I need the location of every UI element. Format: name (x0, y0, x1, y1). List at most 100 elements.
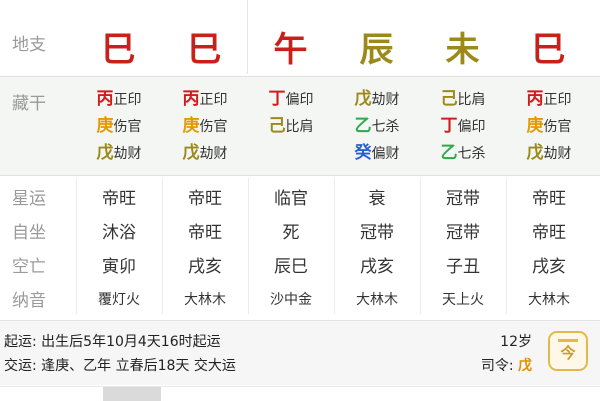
kongwang-cell: 辰巳 (274, 257, 308, 277)
canggan-label: 藏干 (12, 94, 46, 114)
xingyun-cell: 衰 (368, 189, 386, 209)
canggan-gan: 丙 (182, 89, 200, 109)
canggan-column: 戊劫财 乙七杀 癸偏财 (334, 85, 420, 166)
canggan-gan: 乙 (354, 116, 372, 136)
canggan-section: 藏干 丙正印 庚伤官 戊劫财 丙正印 庚伤官 戊劫财 丁偏印 己比肩 戊劫财 乙七杀 癸偏财 己比肩丁… (0, 76, 600, 176)
nayin-row: 纳音 覆灯火 大林木 沙中金 大林木 天上火 大林木 (0, 280, 600, 314)
canggan-gan: 丙 (526, 89, 544, 109)
canggan-gan: 己 (440, 89, 458, 109)
canggan-item: 癸偏财 (334, 139, 420, 166)
age-text: 12岁 (500, 334, 532, 350)
tab-strip (0, 386, 600, 401)
canggan-shishen: 劫财 (543, 146, 572, 162)
nayin-cell: 大林木 (184, 292, 226, 308)
canggan-shishen: 伤官 (113, 119, 142, 135)
canggan-gan: 己 (268, 116, 286, 136)
canggan-shishen: 偏财 (371, 146, 400, 162)
siling-value: 戊 (518, 358, 532, 374)
canggan-shishen: 七杀 (371, 119, 400, 135)
canggan-gan: 癸 (354, 143, 372, 163)
xingyun-cell: 帝旺 (188, 189, 222, 209)
canggan-item: 丁偏印 (248, 85, 334, 112)
tiangan-row-clipped (0, 0, 600, 12)
canggan-item: 戊劫财 (162, 139, 248, 166)
canggan-column: 丙正印 庚伤官 戊劫财 (162, 85, 248, 166)
nayin-cell: 大林木 (356, 292, 398, 308)
dizhi-cell[interactable]: 辰 (334, 22, 420, 71)
yun-info-bar: 起运: 出生后5年10月4天16时起运 交运: 逢庚、乙年 立春后18天 交大运… (0, 320, 600, 385)
zizuo-cell: 帝旺 (188, 223, 222, 243)
siling: 司令: 戊 (481, 355, 532, 375)
canggan-gan: 庚 (96, 116, 114, 136)
canggan-item: 乙七杀 (334, 112, 420, 139)
zizuo-label: 自坐 (12, 223, 46, 243)
canggan-shishen: 比肩 (285, 119, 314, 135)
info-table: 星运 帝旺 帝旺 临官 衰 冠带 帝旺 自坐 沐浴 帝旺 死 冠带 冠带 帝旺 … (0, 178, 600, 314)
dizhi-row: 地支 巳 巳 午 辰 未 巳 (0, 18, 600, 74)
xingyun-cell: 帝旺 (532, 189, 566, 209)
canggan-gan: 戊 (354, 89, 372, 109)
canggan-gan: 庚 (526, 116, 544, 136)
canggan-gan: 戊 (526, 143, 544, 163)
kongwang-label: 空亡 (12, 257, 46, 277)
dizhi-cell[interactable]: 午 (248, 22, 334, 71)
dizhi-cell[interactable]: 未 (420, 22, 506, 71)
nayin-cell: 大林木 (528, 292, 570, 308)
nayin-label: 纳音 (12, 291, 46, 311)
canggan-item: 戊劫财 (506, 139, 592, 166)
canggan-item: 己比肩 (420, 85, 506, 112)
xingyun-label: 星运 (12, 189, 46, 209)
canggan-item: 丁偏印 (420, 112, 506, 139)
canggan-shishen: 正印 (199, 92, 228, 108)
canggan-item: 乙七杀 (420, 139, 506, 166)
kongwang-cell: 戌亥 (188, 257, 222, 277)
dizhi-cell[interactable]: 巳 (506, 22, 592, 71)
dizhi-cell[interactable]: 巳 (76, 22, 162, 71)
qiyun-text: 起运: 出生后5年10月4天16时起运 (4, 334, 221, 350)
canggan-item: 庚伤官 (506, 112, 592, 139)
canggan-shishen: 偏印 (457, 119, 486, 135)
canggan-item: 庚伤官 (162, 112, 248, 139)
canggan-column: 丙正印 庚伤官 戊劫财 (506, 85, 592, 166)
canggan-column: 丁偏印 己比肩 (248, 85, 334, 139)
pillar-divider (247, 0, 248, 74)
canggan-gan: 戊 (96, 143, 114, 163)
xingyun-cell: 帝旺 (102, 189, 136, 209)
jiaoyun-text: 交运: 逢庚、乙年 立春后18天 交大运 (4, 358, 236, 374)
canggan-gan: 庚 (182, 116, 200, 136)
zizuo-cell: 帝旺 (532, 223, 566, 243)
kongwang-cell: 寅卯 (102, 257, 136, 277)
canggan-shishen: 偏印 (285, 92, 314, 108)
nayin-cell: 沙中金 (270, 292, 312, 308)
nayin-cell: 覆灯火 (98, 292, 140, 308)
kongwang-cell: 子丑 (446, 257, 480, 277)
xingyun-row: 星运 帝旺 帝旺 临官 衰 冠带 帝旺 (0, 178, 600, 212)
nayin-cell: 天上火 (442, 292, 484, 308)
dizhi-cell[interactable]: 巳 (162, 22, 248, 71)
siling-label: 司令: (480, 358, 514, 374)
canggan-shishen: 劫财 (113, 146, 142, 162)
canggan-item: 丙正印 (162, 85, 248, 112)
today-calendar-button[interactable]: 今 (548, 331, 588, 371)
zizuo-cell: 死 (282, 223, 300, 243)
canggan-shishen: 正印 (543, 92, 572, 108)
canggan-column: 丙正印 庚伤官 戊劫财 (76, 85, 162, 166)
canggan-item: 庚伤官 (76, 112, 162, 139)
zizuo-cell: 沐浴 (102, 223, 136, 243)
zizuo-cell: 冠带 (360, 223, 394, 243)
tab-selected[interactable] (103, 387, 161, 401)
canggan-gan: 丁 (440, 116, 458, 136)
canggan-gan: 戊 (182, 143, 200, 163)
zizuo-cell: 冠带 (446, 223, 480, 243)
canggan-shishen: 劫财 (371, 92, 400, 108)
xingyun-cell: 临官 (274, 189, 308, 209)
canggan-item: 己比肩 (248, 112, 334, 139)
canggan-gan: 丙 (96, 89, 114, 109)
canggan-gan: 乙 (440, 143, 458, 163)
kongwang-cell: 戌亥 (532, 257, 566, 277)
canggan-item: 戊劫财 (76, 139, 162, 166)
kongwang-cell: 戌亥 (360, 257, 394, 277)
xingyun-cell: 冠带 (446, 189, 480, 209)
zizuo-row: 自坐 沐浴 帝旺 死 冠带 冠带 帝旺 (0, 212, 600, 246)
canggan-item: 戊劫财 (334, 85, 420, 112)
